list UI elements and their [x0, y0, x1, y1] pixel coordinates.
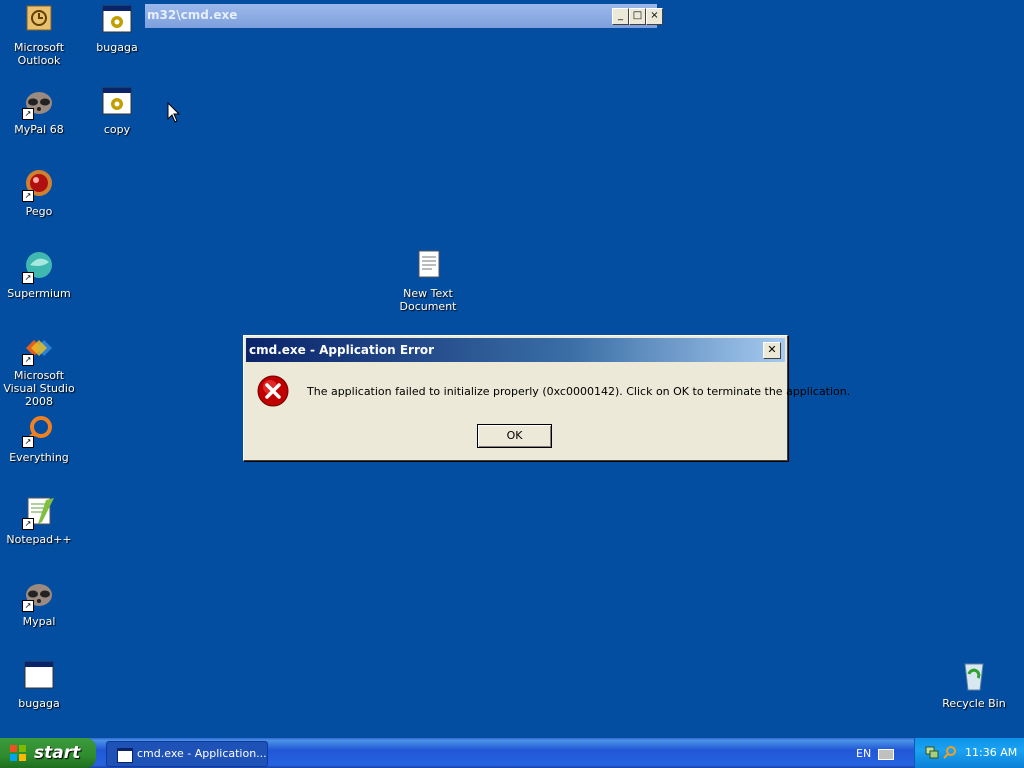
- clock[interactable]: 11:36 AM: [965, 746, 1017, 759]
- shortcut-arrow-icon: ↗: [22, 272, 34, 284]
- taskbar-button-label: cmd.exe - Application...: [137, 747, 267, 760]
- shortcut-arrow-icon: ↗: [22, 354, 34, 366]
- error-message: The application failed to initialize pro…: [307, 385, 851, 398]
- recycle-bin-icon: [957, 660, 991, 694]
- desktop-icon-everything[interactable]: ↗ Everything: [0, 414, 78, 464]
- desktop-icon-mypal[interactable]: ↗ Mypal: [0, 578, 78, 628]
- desktop-icon-label: New Text Document: [399, 287, 457, 313]
- desktop-icon-copy[interactable]: copy: [78, 86, 156, 136]
- batch-file-icon: [22, 660, 56, 694]
- pego-icon: ↗: [22, 168, 56, 202]
- language-indicator[interactable]: EN: [856, 747, 871, 760]
- taskbar: start cmd.exe - Application... EN 11:36 …: [0, 738, 1024, 768]
- shortcut-arrow-icon: ↗: [22, 518, 34, 530]
- desktop-icon-label: Microsoft Visual Studio 2008: [3, 369, 75, 408]
- shortcut-arrow-icon: ↗: [22, 108, 34, 120]
- notepad-plus-plus-icon: ↗: [22, 496, 56, 530]
- desktop-icon-bugaga-2[interactable]: bugaga: [0, 660, 78, 710]
- start-label: start: [34, 743, 81, 763]
- ok-button[interactable]: OK: [477, 424, 552, 448]
- desktop-icon-label: bugaga: [96, 41, 138, 54]
- desktop-icon-label: Microsoft Outlook: [13, 41, 65, 67]
- taskbar-button-cmd-error[interactable]: cmd.exe - Application...: [106, 741, 268, 767]
- desktop-icon-label: MyPal 68: [14, 123, 64, 136]
- desktop-icon-recycle-bin[interactable]: Recycle Bin: [935, 660, 1013, 710]
- text-document-icon: [411, 250, 445, 284]
- desktop-icon-mypal-68[interactable]: ↗ MyPal 68: [0, 86, 78, 136]
- maximize-button[interactable]: □: [629, 8, 646, 25]
- desktop-icon-label: bugaga: [18, 697, 60, 710]
- dialog-title: cmd.exe - Application Error: [249, 343, 435, 357]
- keyboard-icon[interactable]: [878, 749, 894, 760]
- windows-logo-icon: [10, 745, 26, 761]
- shortcut-arrow-icon: ↗: [22, 600, 34, 612]
- cmd-window-titlebar[interactable]: m32\cmd.exe _ □ ×: [145, 4, 663, 28]
- window-icon: [117, 748, 133, 763]
- start-button[interactable]: start: [0, 738, 96, 768]
- desktop-icon-visual-studio-2008[interactable]: ↗ Microsoft Visual Studio 2008: [0, 332, 78, 408]
- desktop-icon-supermium[interactable]: ↗ Supermium: [0, 250, 78, 300]
- minimize-button[interactable]: _: [612, 8, 629, 25]
- raccoon-icon: ↗: [22, 86, 56, 120]
- desktop-icon-label: copy: [103, 123, 131, 136]
- error-icon: [257, 375, 289, 407]
- visual-studio-icon: ↗: [22, 332, 56, 366]
- desktop-icon-label: Supermium: [7, 287, 71, 300]
- shortcut-arrow-icon: ↗: [22, 190, 34, 202]
- mouse-cursor-icon: [167, 101, 181, 124]
- desktop-icon-label: Everything: [9, 451, 69, 464]
- outlook-icon: [22, 4, 56, 38]
- everything-search-icon: ↗: [22, 414, 56, 448]
- supermium-icon: ↗: [22, 250, 56, 284]
- desktop-icon-label: Mypal: [22, 615, 56, 628]
- desktop-icon-microsoft-outlook[interactable]: Microsoft Outlook: [0, 4, 78, 67]
- batch-file-icon: [100, 86, 134, 120]
- dialog-close-button[interactable]: ✕: [763, 342, 781, 359]
- close-button[interactable]: ×: [646, 8, 663, 25]
- desktop-icon-notepad-plus-plus[interactable]: ↗ Notepad++: [0, 496, 78, 546]
- shortcut-arrow-icon: ↗: [22, 436, 34, 448]
- system-tray: 11:36 AM: [914, 738, 1024, 768]
- raccoon-icon: ↗: [22, 578, 56, 612]
- desktop-icon-new-text-document[interactable]: New Text Document: [389, 250, 467, 313]
- desktop-icon-label: Recycle Bin: [942, 697, 1006, 710]
- dialog-titlebar[interactable]: cmd.exe - Application Error ✕: [246, 338, 785, 362]
- desktop-icon-label: Notepad++: [6, 533, 72, 546]
- application-error-dialog: cmd.exe - Application Error ✕ The applic…: [243, 335, 850, 461]
- desktop-icon-label: Pego: [25, 205, 53, 218]
- search-tray-icon[interactable]: [943, 745, 957, 759]
- desktop-icon-pego[interactable]: ↗ Pego: [0, 168, 78, 218]
- network-tray-icon[interactable]: [925, 745, 939, 759]
- batch-file-icon: [100, 4, 134, 38]
- cmd-window-title: m32\cmd.exe: [147, 8, 238, 22]
